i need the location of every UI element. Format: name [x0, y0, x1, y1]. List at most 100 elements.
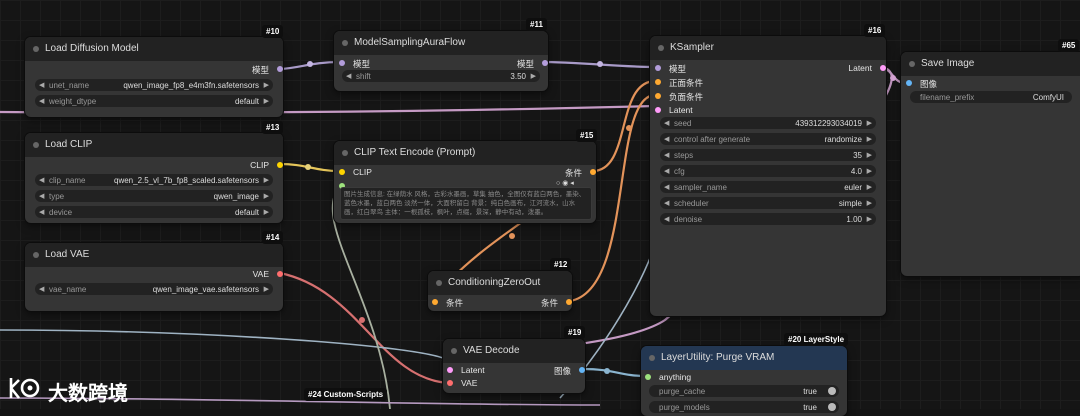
node-conditioning-zero-out[interactable]: ConditioningZeroOut 条件 条件 — [428, 271, 572, 311]
toggle-purge-models[interactable]: purge_models true — [649, 401, 839, 413]
arrow-left-icon[interactable]: ◀ — [39, 81, 44, 89]
node-model-sampling-auraflow[interactable]: ModelSamplingAuraFlow 模型 模型 ◀ shift 3.50 ▶ — [334, 31, 548, 91]
widget-clip-name[interactable]: ◀ clip_name qwen_2.5_vl_7b_fp8_scaled.safe… — [35, 174, 273, 186]
collapse-dot-icon[interactable] — [649, 355, 655, 361]
input-negative[interactable]: 负面条件 — [655, 91, 703, 103]
collapse-dot-icon[interactable] — [342, 150, 348, 156]
arrow-left-icon[interactable]: ◀ — [664, 151, 669, 159]
socket-dot-icon[interactable] — [277, 66, 283, 72]
node-header[interactable]: Load CLIP — [25, 133, 283, 157]
collapse-dot-icon[interactable] — [33, 252, 39, 258]
widget-scheduler[interactable]: ◀ scheduler simple ▶ — [660, 197, 876, 209]
output-clip[interactable]: CLIP — [250, 160, 283, 170]
socket-dot-icon[interactable] — [655, 79, 661, 85]
widget-unet-name[interactable]: ◀ unet_name qwen_image_fp8_e4m3fn.safetens… — [35, 79, 273, 91]
node-header[interactable]: LayerUtility: Purge VRAM — [641, 346, 847, 370]
socket-dot-icon[interactable] — [579, 367, 585, 373]
node-clip-text-encode[interactable]: CLIP Text Encode (Prompt) CLIP 条件 ○ ◉ ◂ … — [334, 141, 596, 223]
widget-control-after-generate[interactable]: ◀ control after generate randomize ▶ — [660, 133, 876, 145]
output-model[interactable]: 模型 — [252, 64, 283, 76]
node-purge-vram[interactable]: LayerUtility: Purge VRAM anything purge_… — [641, 346, 847, 416]
widget-shift[interactable]: ◀ shift 3.50 ▶ — [342, 70, 540, 82]
circle-icon[interactable]: ○ — [556, 180, 560, 187]
arrow-right-icon[interactable]: ▶ — [264, 285, 269, 293]
target-icon[interactable]: ◉ — [562, 180, 568, 187]
arrow-right-icon[interactable]: ▶ — [867, 151, 872, 159]
arrow-left-icon[interactable]: ◀ — [664, 183, 669, 191]
output-conditioning[interactable]: 条件 — [541, 297, 572, 309]
arrow-left-icon[interactable]: ◀ — [39, 176, 44, 184]
node-header[interactable]: Save Image — [901, 52, 1080, 76]
collapse-dot-icon[interactable] — [451, 348, 457, 354]
socket-dot-icon[interactable] — [432, 299, 438, 305]
arrow-left-icon[interactable]: ◀ — [664, 199, 669, 207]
widget-seed[interactable]: ◀ seed 439312293034019 ▶ — [660, 117, 876, 129]
socket-dot-icon[interactable] — [277, 162, 283, 168]
socket-dot-icon[interactable] — [655, 107, 661, 113]
input-clip[interactable]: CLIP — [339, 167, 372, 177]
socket-dot-icon[interactable] — [655, 65, 661, 71]
input-model[interactable]: 模型 — [655, 63, 686, 75]
toggle-knob-icon[interactable] — [828, 403, 836, 411]
node-header[interactable]: Load VAE — [25, 243, 283, 267]
socket-dot-icon[interactable] — [566, 299, 572, 305]
socket-dot-icon[interactable] — [906, 80, 912, 86]
output-conditioning[interactable]: 条件 — [565, 167, 596, 179]
widget-cfg[interactable]: ◀ cfg 4.0 ▶ — [660, 165, 876, 177]
collapse-dot-icon[interactable] — [342, 40, 348, 46]
output-model[interactable]: 模型 — [517, 58, 548, 70]
collapse-dot-icon[interactable] — [658, 45, 664, 51]
arrow-right-icon[interactable]: ▶ — [867, 215, 872, 223]
arrow-right-icon[interactable]: ▶ — [264, 208, 269, 216]
input-positive[interactable]: 正面条件 — [655, 77, 703, 89]
arrow-right-icon[interactable]: ▶ — [264, 192, 269, 200]
node-ksampler[interactable]: KSampler 模型 正面条件 负面条件 Latent Latent ◀ see… — [650, 36, 886, 316]
widget-vae-name[interactable]: ◀ vae_name qwen_image_vae.safetensors ▶ — [35, 283, 273, 295]
arrow-left-icon[interactable]: ◀ — [346, 72, 351, 80]
socket-dot-icon[interactable] — [277, 271, 283, 277]
socket-dot-icon[interactable] — [447, 367, 453, 373]
node-header[interactable]: Load Diffusion Model — [25, 37, 283, 61]
node-header[interactable]: VAE Decode — [443, 339, 585, 363]
input-vae[interactable]: VAE — [447, 378, 477, 388]
toggle-purge-cache[interactable]: purge_cache true — [649, 385, 839, 397]
node-header[interactable]: ModelSamplingAuraFlow — [334, 31, 548, 55]
arrow-left-icon[interactable]: ◀ — [39, 192, 44, 200]
arrow-left-icon[interactable]: ◀ — [39, 285, 44, 293]
sound-icon[interactable]: ◂ — [570, 180, 574, 187]
arrow-right-icon[interactable]: ▶ — [867, 119, 872, 127]
collapse-dot-icon[interactable] — [33, 46, 39, 52]
collapse-dot-icon[interactable] — [33, 142, 39, 148]
socket-dot-icon[interactable] — [447, 380, 453, 386]
widget-weight-dtype[interactable]: ◀ weight_dtype default ▶ — [35, 95, 273, 107]
input-anything[interactable]: anything — [645, 372, 691, 382]
arrow-left-icon[interactable]: ◀ — [664, 135, 669, 143]
input-conditioning[interactable]: 条件 — [432, 297, 463, 309]
widget-filename-prefix[interactable]: filename_prefix ComfyUI — [910, 91, 1072, 103]
arrow-right-icon[interactable]: ▶ — [867, 167, 872, 175]
input-latent[interactable]: Latent — [655, 105, 693, 115]
text-toolbar[interactable]: ○ ◉ ◂ — [556, 179, 574, 187]
arrow-right-icon[interactable]: ▶ — [867, 199, 872, 207]
arrow-right-icon[interactable]: ▶ — [867, 135, 872, 143]
widget-type[interactable]: ◀ type qwen_image ▶ — [35, 190, 273, 202]
arrow-right-icon[interactable]: ▶ — [531, 72, 536, 80]
collapse-dot-icon[interactable] — [909, 61, 915, 67]
node-header[interactable]: CLIP Text Encode (Prompt) — [334, 141, 596, 165]
arrow-left-icon[interactable]: ◀ — [39, 208, 44, 216]
input-latent[interactable]: Latent — [447, 365, 485, 375]
toggle-knob-icon[interactable] — [828, 387, 836, 395]
widget-device[interactable]: ◀ device default ▶ — [35, 206, 273, 218]
socket-dot-icon[interactable] — [645, 374, 651, 380]
widget-steps[interactable]: ◀ steps 35 ▶ — [660, 149, 876, 161]
node-save-image[interactable]: Save Image 图像 filename_prefix ComfyUI — [901, 52, 1080, 276]
input-image[interactable]: 图像 — [906, 78, 937, 90]
collapse-dot-icon[interactable] — [436, 280, 442, 286]
socket-dot-icon[interactable] — [339, 169, 345, 175]
arrow-right-icon[interactable]: ▶ — [264, 176, 269, 184]
node-load-diffusion-model[interactable]: Load Diffusion Model 模型 ◀ unet_name qwen_i… — [25, 37, 283, 117]
socket-dot-icon[interactable] — [339, 60, 345, 66]
widget-sampler-name[interactable]: ◀ sampler_name euler ▶ — [660, 181, 876, 193]
arrow-left-icon[interactable]: ◀ — [39, 97, 44, 105]
socket-dot-icon[interactable] — [542, 60, 548, 66]
